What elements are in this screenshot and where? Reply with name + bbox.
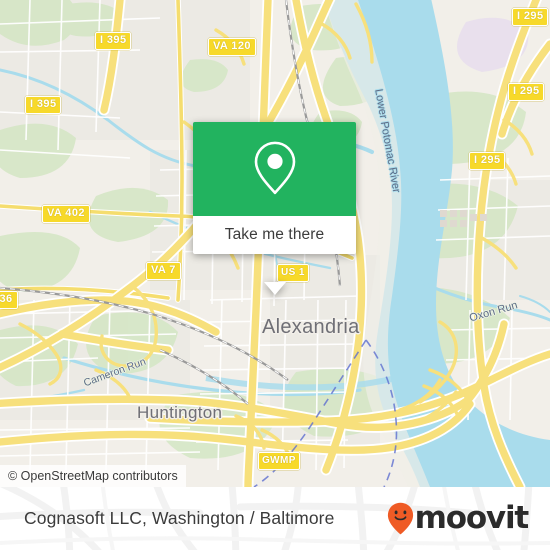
callout-pointer — [263, 282, 286, 295]
moovit-wordmark: moovit — [414, 500, 530, 536]
map-shield-va120: VA 120 — [208, 38, 256, 56]
map-shield-i295-c: I 295 — [469, 152, 506, 170]
map-shield-i295-a: I 295 — [512, 8, 549, 26]
map-canvas[interactable]: Alexandria Huntington Lower Potomac Rive… — [0, 0, 550, 487]
map-place-label-alexandria: Alexandria — [262, 316, 360, 338]
take-me-there-label: Take me there — [224, 226, 325, 243]
callout-action-bar[interactable]: Take me there — [193, 216, 356, 254]
map-shield-us1: US 1 — [277, 264, 309, 282]
map-shield-va7: VA 7 — [146, 262, 181, 280]
map-shield-va402: VA 402 — [42, 205, 90, 223]
map-place-label-huntington: Huntington — [137, 403, 223, 422]
moovit-map-widget: Alexandria Huntington Lower Potomac Rive… — [0, 0, 550, 550]
map-shield-gwmp: GWMP — [258, 452, 300, 470]
take-me-there-callout[interactable]: Take me there — [193, 122, 356, 295]
moovit-smiley-pin-icon — [387, 502, 413, 535]
map-shield-i295-b: I 295 — [508, 83, 545, 101]
moovit-brand[interactable]: moovit — [387, 500, 530, 536]
callout-header — [193, 122, 356, 216]
map-shield-236: 236 — [0, 291, 18, 309]
map-attribution: © OpenStreetMap contributors — [0, 465, 186, 487]
map-shield-i395-a: I 395 — [25, 96, 62, 114]
map-shield-i395-b: I 395 — [95, 32, 132, 50]
footer-bar: Cognasoft LLC, Washington / Baltimore mo… — [0, 487, 550, 550]
map-pin-icon — [254, 141, 295, 195]
footer-title: Cognasoft LLC, Washington / Baltimore — [24, 508, 335, 528]
